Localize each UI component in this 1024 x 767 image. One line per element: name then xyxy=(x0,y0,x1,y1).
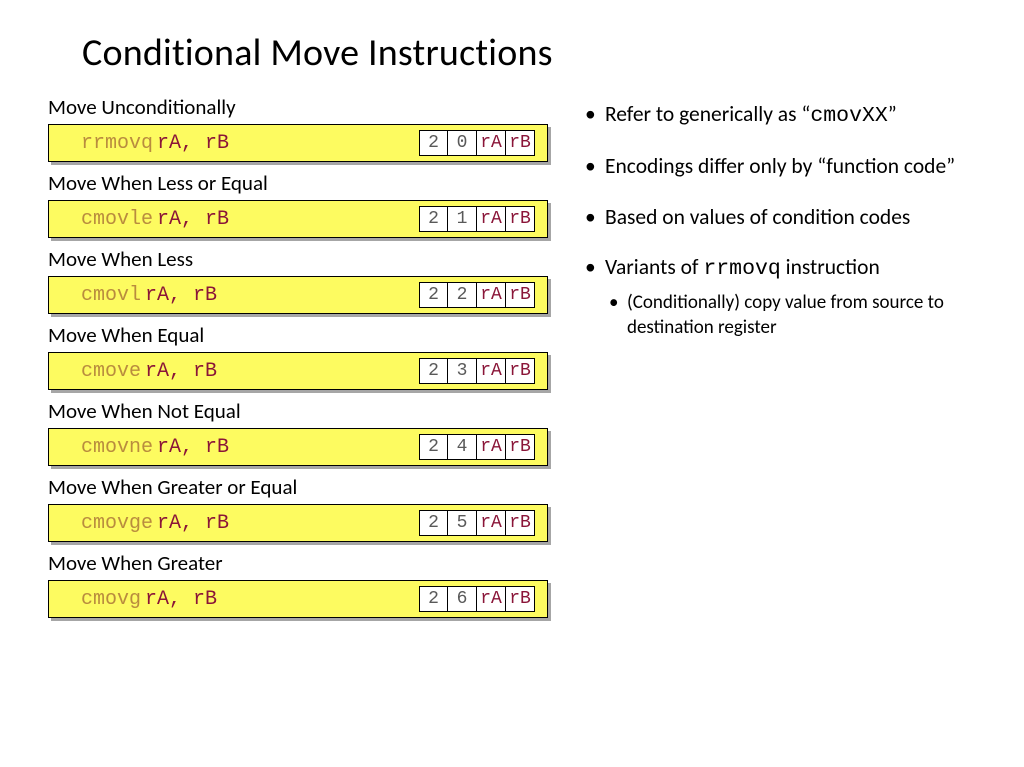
reg-a: rA xyxy=(477,510,506,536)
instruction-block: Move When Less or Equal cmovle rA, rB 2 … xyxy=(48,170,553,238)
note-text: Refer to generically as “ xyxy=(605,101,810,127)
byte0: 2 xyxy=(419,358,448,384)
note-text: ” xyxy=(888,101,897,127)
instruction-label: Move When Less or Equal xyxy=(48,170,553,196)
operands: rA, rB xyxy=(157,132,229,155)
byte1: 6 xyxy=(448,586,477,612)
mnemonic: rrmovq xyxy=(81,132,153,155)
note-subitem: (Conditionally) copy value from source t… xyxy=(605,290,976,340)
instruction-block: Move Unconditionally rrmovq rA, rB 2 0 r… xyxy=(48,94,553,162)
encoding: 2 0 rA rB xyxy=(419,130,535,156)
note-code: cmovXX xyxy=(810,104,887,128)
encoding: 2 1 rA rB xyxy=(419,206,535,232)
reg-b: rB xyxy=(506,206,535,232)
reg-a: rA xyxy=(477,434,506,460)
encoding: 2 4 rA rB xyxy=(419,434,535,460)
note-text: instruction xyxy=(781,254,880,280)
instruction-row: cmove rA, rB 2 3 rA rB xyxy=(48,352,548,390)
operands: rA, rB xyxy=(157,512,229,535)
instruction-label: Move When Greater or Equal xyxy=(48,474,553,500)
instruction-list: Move Unconditionally rrmovq rA, rB 2 0 r… xyxy=(48,94,553,626)
note-item: Refer to generically as “cmovXX” xyxy=(585,100,976,130)
byte1: 0 xyxy=(448,130,477,156)
instruction-block: Move When Equal cmove rA, rB 2 3 rA rB xyxy=(48,322,553,390)
byte0: 2 xyxy=(419,586,448,612)
note-code: rrmovq xyxy=(703,257,780,281)
reg-a: rA xyxy=(477,282,506,308)
instruction-label: Move When Less xyxy=(48,246,553,272)
byte0: 2 xyxy=(419,510,448,536)
encoding: 2 6 rA rB xyxy=(419,586,535,612)
reg-b: rB xyxy=(506,358,535,384)
operands: rA, rB xyxy=(157,436,229,459)
mnemonic: cmovg xyxy=(81,588,141,611)
instruction-label: Move When Greater xyxy=(48,550,553,576)
instruction-label: Move Unconditionally xyxy=(48,94,553,120)
page-title: Conditional Move Instructions xyxy=(82,30,976,76)
reg-a: rA xyxy=(477,206,506,232)
reg-a: rA xyxy=(477,586,506,612)
instruction-block: Move When Greater cmovg rA, rB 2 6 rA rB xyxy=(48,550,553,618)
mnemonic: cmovge xyxy=(81,512,153,535)
instruction-label: Move When Equal xyxy=(48,322,553,348)
instruction-row: cmovne rA, rB 2 4 rA rB xyxy=(48,428,548,466)
reg-a: rA xyxy=(477,130,506,156)
encoding: 2 3 rA rB xyxy=(419,358,535,384)
instruction-row: cmovg rA, rB 2 6 rA rB xyxy=(48,580,548,618)
reg-b: rB xyxy=(506,586,535,612)
notes-list: Refer to generically as “cmovXX” Encodin… xyxy=(585,100,976,340)
byte1: 5 xyxy=(448,510,477,536)
mnemonic: cmovne xyxy=(81,436,153,459)
note-item: Based on values of condition codes xyxy=(585,203,976,231)
mnemonic: cmovl xyxy=(81,284,141,307)
note-text: Variants of xyxy=(605,254,703,280)
instruction-row: rrmovq rA, rB 2 0 rA rB xyxy=(48,124,548,162)
byte1: 1 xyxy=(448,206,477,232)
instruction-block: Move When Less cmovl rA, rB 2 2 rA rB xyxy=(48,246,553,314)
instruction-block: Move When Greater or Equal cmovge rA, rB… xyxy=(48,474,553,542)
byte0: 2 xyxy=(419,282,448,308)
operands: rA, rB xyxy=(145,588,217,611)
mnemonic: cmove xyxy=(81,360,141,383)
byte0: 2 xyxy=(419,206,448,232)
reg-b: rB xyxy=(506,282,535,308)
instruction-row: cmovle rA, rB 2 1 rA rB xyxy=(48,200,548,238)
operands: rA, rB xyxy=(157,208,229,231)
operands: rA, rB xyxy=(145,284,217,307)
reg-b: rB xyxy=(506,434,535,460)
reg-b: rB xyxy=(506,510,535,536)
instruction-row: cmovge rA, rB 2 5 rA rB xyxy=(48,504,548,542)
note-item: Encodings differ only by “function code” xyxy=(585,152,976,180)
byte0: 2 xyxy=(419,434,448,460)
byte1: 3 xyxy=(448,358,477,384)
instruction-row: cmovl rA, rB 2 2 rA rB xyxy=(48,276,548,314)
byte1: 2 xyxy=(448,282,477,308)
encoding: 2 2 rA rB xyxy=(419,282,535,308)
encoding: 2 5 rA rB xyxy=(419,510,535,536)
instruction-label: Move When Not Equal xyxy=(48,398,553,424)
reg-a: rA xyxy=(477,358,506,384)
byte0: 2 xyxy=(419,130,448,156)
instruction-block: Move When Not Equal cmovne rA, rB 2 4 rA… xyxy=(48,398,553,466)
note-item: Variants of rrmovq instruction (Conditio… xyxy=(585,253,976,340)
reg-b: rB xyxy=(506,130,535,156)
operands: rA, rB xyxy=(145,360,217,383)
byte1: 4 xyxy=(448,434,477,460)
mnemonic: cmovle xyxy=(81,208,153,231)
